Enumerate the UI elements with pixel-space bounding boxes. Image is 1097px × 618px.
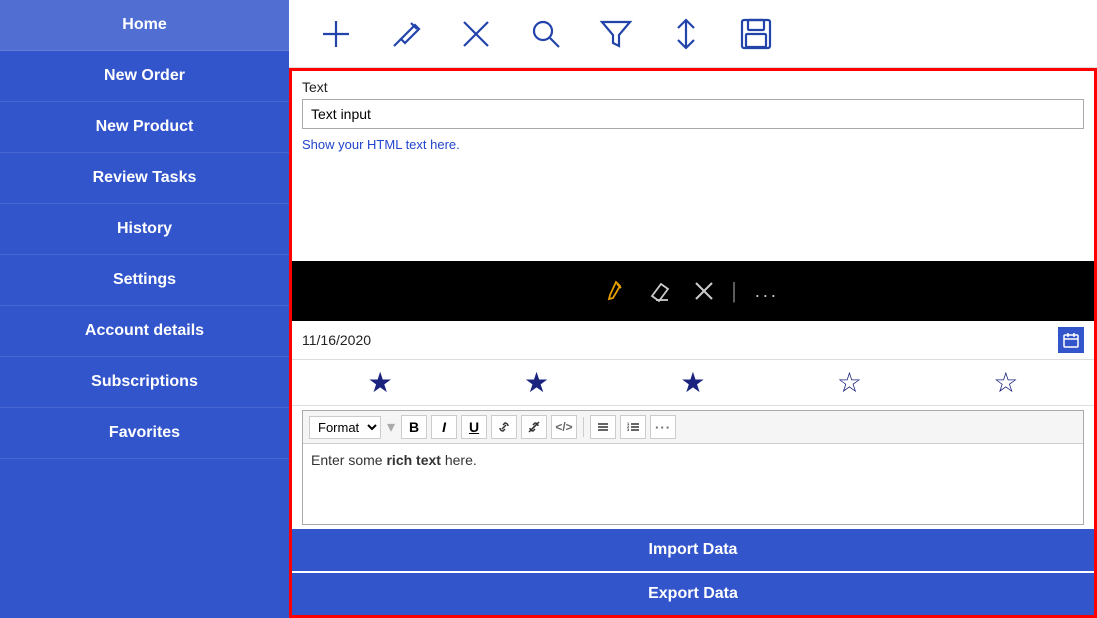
sidebar-item-subscriptions[interactable]: Subscriptions xyxy=(0,357,289,408)
edit-icon[interactable] xyxy=(389,17,423,51)
sidebar-item-home[interactable]: Home xyxy=(0,0,289,51)
html-link[interactable]: HTML xyxy=(367,137,402,152)
star-2[interactable]: ★ xyxy=(524,366,549,399)
text-section-label: Text xyxy=(292,71,1094,99)
sort-icon[interactable] xyxy=(669,17,703,51)
text-input-row xyxy=(302,99,1084,129)
main-panel: Text Show your HTML text here. xyxy=(289,0,1097,618)
star-1[interactable]: ★ xyxy=(368,366,393,399)
rich-text-editor: Format ▾ B I U xyxy=(302,410,1084,525)
search-icon[interactable] xyxy=(529,17,563,51)
unlink-button[interactable] xyxy=(521,415,547,439)
sidebar-item-label: History xyxy=(117,220,172,237)
bottom-buttons: Import Data Export Data xyxy=(292,529,1094,615)
sidebar-item-label: Settings xyxy=(113,271,176,288)
sidebar-item-label: Subscriptions xyxy=(91,373,198,390)
import-data-button[interactable]: Import Data xyxy=(292,529,1094,571)
sidebar-item-label: Account details xyxy=(85,322,204,339)
underline-button[interactable]: U xyxy=(461,415,487,439)
export-data-button[interactable]: Export Data xyxy=(292,573,1094,615)
pen-tool-icon[interactable] xyxy=(599,276,633,306)
toolbar xyxy=(289,0,1097,68)
rte-content[interactable]: Enter some rich text here. xyxy=(303,444,1083,524)
black-bar: | ... xyxy=(292,261,1094,321)
add-icon[interactable] xyxy=(319,17,353,51)
svg-text:3: 3 xyxy=(627,427,630,432)
italic-button[interactable]: I xyxy=(431,415,457,439)
divider: | xyxy=(731,278,737,304)
more-options-button[interactable]: ··· xyxy=(650,415,676,439)
content-area xyxy=(292,158,1094,261)
date-value: 11/16/2020 xyxy=(302,332,1058,348)
more-options-icon[interactable]: ... xyxy=(747,277,787,306)
x-icon[interactable] xyxy=(687,276,721,306)
sidebar: Home New Order New Product Review Tasks … xyxy=(0,0,289,618)
sidebar-item-review-tasks[interactable]: Review Tasks xyxy=(0,153,289,204)
sidebar-item-label: New Product xyxy=(96,118,194,135)
sidebar-item-account-details[interactable]: Account details xyxy=(0,306,289,357)
sidebar-item-label: Home xyxy=(122,16,166,33)
sidebar-item-label: New Order xyxy=(104,67,185,84)
save-icon[interactable] xyxy=(739,17,773,51)
rich-text-bold: rich text xyxy=(386,452,440,468)
filter-icon[interactable] xyxy=(599,17,633,51)
sidebar-item-new-order[interactable]: New Order xyxy=(0,51,289,102)
link-button[interactable] xyxy=(491,415,517,439)
rte-toolbar: Format ▾ B I U xyxy=(303,411,1083,444)
format-select[interactable]: Format xyxy=(309,416,381,439)
star-3[interactable]: ★ xyxy=(680,366,705,399)
form-area: Text Show your HTML text here. xyxy=(289,68,1097,618)
html-preview: Show your HTML text here. xyxy=(292,133,1094,158)
text-input[interactable] xyxy=(302,99,1084,129)
sidebar-item-settings[interactable]: Settings xyxy=(0,255,289,306)
ordered-list-button[interactable]: 1 2 3 xyxy=(620,415,646,439)
star-4[interactable]: ☆ xyxy=(837,366,862,399)
source-button[interactable]: </> xyxy=(551,415,577,439)
sidebar-item-favorites[interactable]: Favorites xyxy=(0,408,289,459)
star-5[interactable]: ☆ xyxy=(993,366,1018,399)
toolbar-divider xyxy=(583,417,584,437)
sidebar-item-label: Favorites xyxy=(109,424,180,441)
date-row: 11/16/2020 xyxy=(292,321,1094,360)
sidebar-item-new-product[interactable]: New Product xyxy=(0,102,289,153)
stars-row: ★ ★ ★ ☆ ☆ xyxy=(292,360,1094,406)
calendar-icon[interactable] xyxy=(1058,327,1084,353)
eraser-icon[interactable] xyxy=(643,276,677,306)
close-icon[interactable] xyxy=(459,17,493,51)
sidebar-item-label: Review Tasks xyxy=(93,169,197,186)
bold-button[interactable]: B xyxy=(401,415,427,439)
list-button[interactable] xyxy=(590,415,616,439)
sidebar-item-history[interactable]: History xyxy=(0,204,289,255)
